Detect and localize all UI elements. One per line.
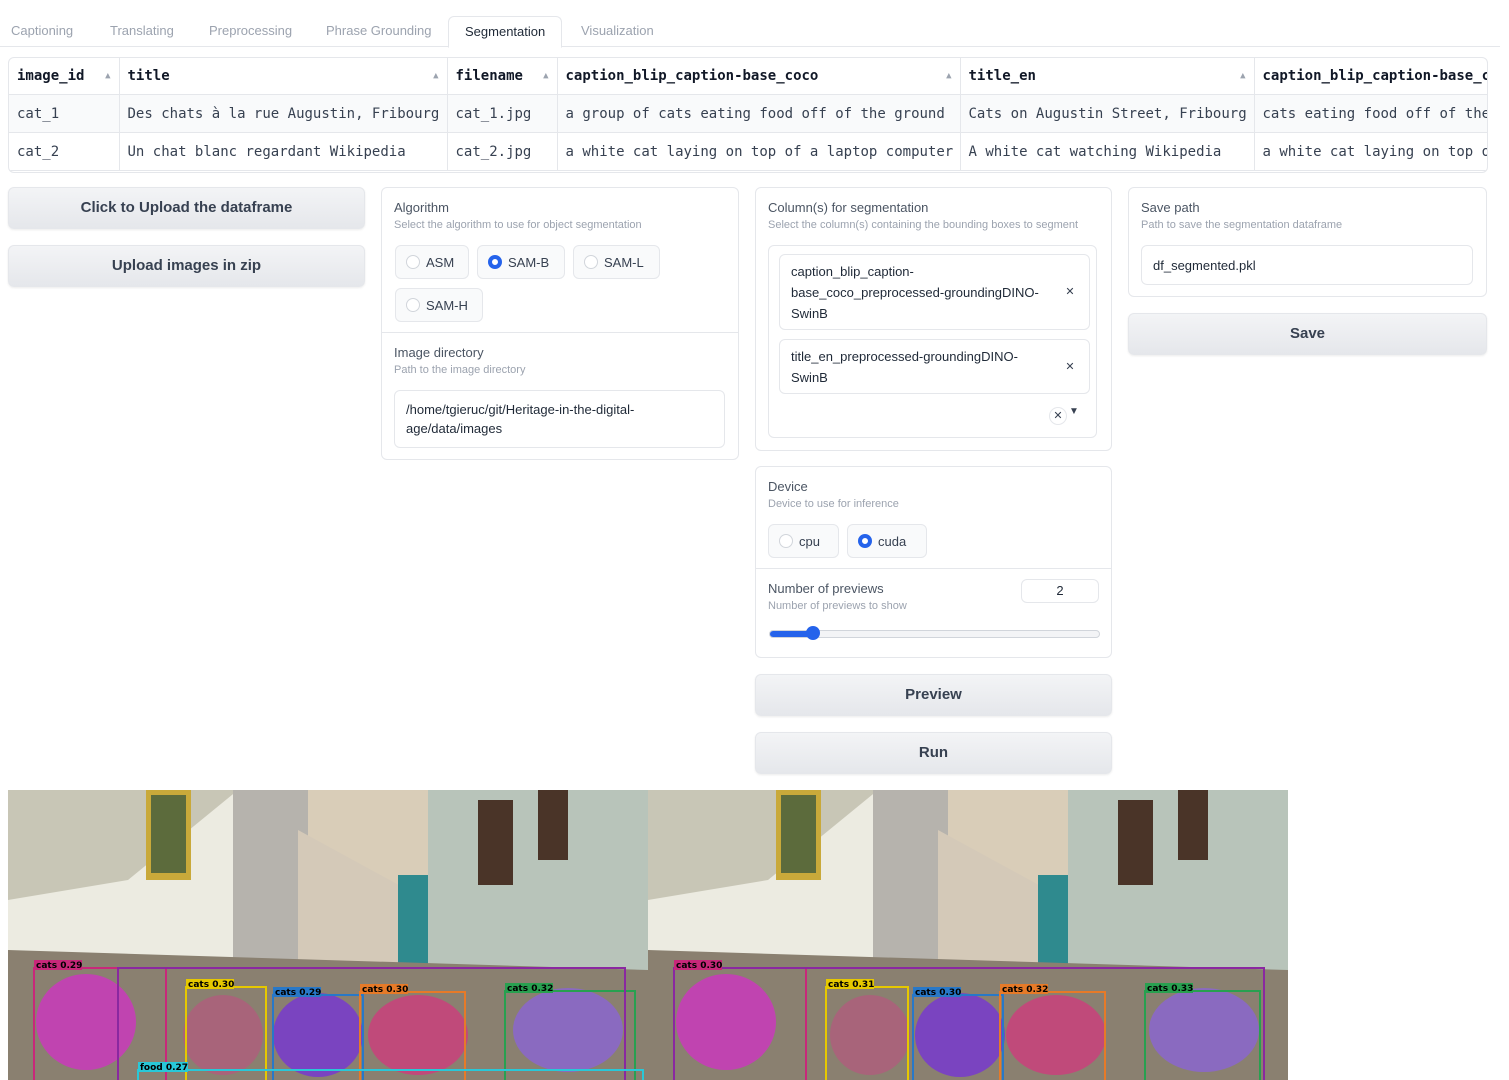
table-cell[interactable]: a white cat laying on top o — [1254, 132, 1487, 171]
sort-icon[interactable]: ▲ — [433, 71, 438, 81]
table-cell[interactable]: a group of cats eating food off of the g… — [557, 94, 961, 133]
tab-bar: Captioning Translating Preprocessing Phr… — [0, 14, 1500, 48]
table-cell[interactable]: cat_1 — [9, 94, 120, 133]
sort-icon[interactable]: ▲ — [105, 71, 110, 81]
detection-label: cats 0.29 — [275, 988, 321, 998]
sort-icon[interactable]: ▲ — [946, 71, 951, 81]
previews-info: Number of previews to show — [768, 600, 907, 612]
previews-slider[interactable] — [769, 626, 1100, 640]
tab-segmentation[interactable]: Segmentation — [448, 16, 563, 48]
radio-circle — [584, 255, 598, 269]
tab-translating[interactable]: Translating — [110, 14, 174, 46]
column-chip: caption_blip_caption-base_coco_preproces… — [779, 254, 1090, 330]
table-row: cat_2 Un chat blanc regardant Wikipedia … — [9, 132, 1487, 171]
tab-preprocessing[interactable]: Preprocessing — [209, 14, 292, 46]
detection-label: food 0.27 — [140, 1063, 188, 1073]
columns-info: Select the column(s) containing the boun… — [768, 219, 1079, 231]
table-row: cat_1 Des chats à la rue Augustin, Fribo… — [9, 94, 1487, 133]
detection-label: cats 0.31 — [828, 980, 874, 990]
segmentation-preview-image[interactable]: cats 0.30 cats 0.31 cats 0.30 cats 0.32 … — [648, 790, 1288, 1080]
radio-circle — [488, 255, 502, 269]
save-path-input[interactable]: df_segmented.pkl — [1141, 245, 1473, 285]
detection-label: cats 0.32 — [1002, 985, 1048, 995]
radio-circle — [858, 534, 872, 548]
radio-cuda[interactable]: cuda — [847, 524, 927, 558]
table-cell[interactable]: cat_2 — [9, 132, 120, 171]
detection-label: cats 0.30 — [915, 988, 961, 998]
algorithm-info: Select the algorithm to use for object s… — [394, 219, 642, 231]
table-cell[interactable]: cat_2.jpg — [447, 132, 558, 171]
radio-sam-h[interactable]: SAM-H — [395, 288, 483, 322]
table-cell[interactable]: cats eating food off of the — [1254, 94, 1487, 133]
detection-label: cats 0.30 — [676, 961, 722, 971]
table-cell[interactable]: cat_1.jpg — [447, 94, 558, 133]
radio-circle — [406, 298, 420, 312]
preview-button[interactable]: Preview — [755, 674, 1112, 716]
dataframe-table: image_id ▲ title ▲ filename ▲ caption_blip_… — [8, 57, 1488, 173]
tab-captioning[interactable]: Captioning — [11, 14, 73, 46]
radio-circle — [779, 534, 793, 548]
image-directory-label: Image directory — [394, 345, 484, 360]
table-cell[interactable]: A white cat watching Wikipedia — [960, 132, 1255, 171]
save-path-panel: Save path Path to save the segmentation … — [1128, 187, 1487, 297]
detection-label: cats 0.30 — [188, 980, 234, 990]
sort-icon[interactable]: ▲ — [543, 71, 548, 81]
slider-thumb[interactable] — [805, 626, 820, 640]
device-panel: Device Device to use for inference cpu c… — [755, 466, 1112, 658]
upload-dataframe-button[interactable]: Click to Upload the dataframe — [8, 187, 365, 229]
columns-label: Column(s) for segmentation — [768, 200, 929, 215]
segmentation-preview-image[interactable]: cats 0.29 cats 0.30 cats 0.29 cats 0.30 … — [8, 790, 648, 1080]
algorithm-label: Algorithm — [394, 200, 449, 215]
image-directory-info: Path to the image directory — [394, 364, 526, 376]
table-cell[interactable]: Cats on Augustin Street, Fribourg — [960, 94, 1255, 133]
column-header[interactable]: filename ▲ — [447, 58, 558, 95]
radio-cpu[interactable]: cpu — [768, 524, 839, 558]
device-info: Device to use for inference — [768, 498, 899, 510]
columns-multiselect[interactable]: caption_blip_caption-base_coco_preproces… — [768, 245, 1097, 438]
save-button[interactable]: Save — [1128, 313, 1487, 355]
divider — [756, 568, 1111, 569]
image-directory-input[interactable]: /home/tgieruc/git/Heritage-in-the-digita… — [394, 390, 725, 448]
radio-asm[interactable]: ASM — [395, 245, 469, 279]
table-cell[interactable]: Un chat blanc regardant Wikipedia — [119, 132, 448, 171]
column-header[interactable]: caption_blip_caption-base_coco ▲ — [557, 58, 961, 95]
remove-chip-icon[interactable]: ✕ — [1063, 360, 1077, 374]
radio-sam-l[interactable]: SAM-L — [573, 245, 660, 279]
algorithm-panel: Algorithm Select the algorithm to use fo… — [381, 187, 739, 460]
detection-label: cats 0.33 — [1147, 984, 1193, 994]
table-cell[interactable]: a white cat laying on top of a laptop co… — [557, 132, 961, 171]
sort-icon[interactable]: ▲ — [1240, 71, 1245, 81]
remove-chip-icon[interactable]: ✕ — [1063, 285, 1077, 299]
radio-circle — [406, 255, 420, 269]
detection-label: cats 0.30 — [362, 985, 408, 995]
tab-phrase-grounding[interactable]: Phrase Grounding — [326, 14, 432, 46]
previews-label: Number of previews — [768, 581, 884, 596]
column-header[interactable]: image_id ▲ — [9, 58, 120, 95]
table-cell[interactable]: Des chats à la rue Augustin, Fribourg — [119, 94, 448, 133]
upload-images-zip-button[interactable]: Upload images in zip — [8, 245, 365, 287]
save-path-label: Save path — [1141, 200, 1200, 215]
detection-label: cats 0.32 — [507, 984, 553, 994]
device-label: Device — [768, 479, 808, 494]
column-header[interactable]: title ▲ — [119, 58, 448, 95]
run-button[interactable]: Run — [755, 732, 1112, 774]
columns-panel: Column(s) for segmentation Select the co… — [755, 187, 1112, 451]
save-path-info: Path to save the segmentation dataframe — [1141, 219, 1343, 231]
column-header[interactable]: title_en ▲ — [960, 58, 1255, 95]
detection-label: cats 0.29 — [36, 961, 82, 971]
previews-number-input[interactable]: 2 — [1021, 579, 1099, 603]
column-chip: title_en_preprocessed-groundingDINO-Swin… — [779, 339, 1090, 394]
tab-visualization[interactable]: Visualization — [581, 14, 654, 46]
clear-all-icon[interactable]: ✕ — [1049, 407, 1067, 425]
divider — [382, 332, 738, 333]
chevron-down-icon[interactable]: ▼ — [1069, 406, 1079, 417]
column-header[interactable]: caption_blip_caption-base_c — [1254, 58, 1487, 95]
radio-sam-b[interactable]: SAM-B — [477, 245, 565, 279]
